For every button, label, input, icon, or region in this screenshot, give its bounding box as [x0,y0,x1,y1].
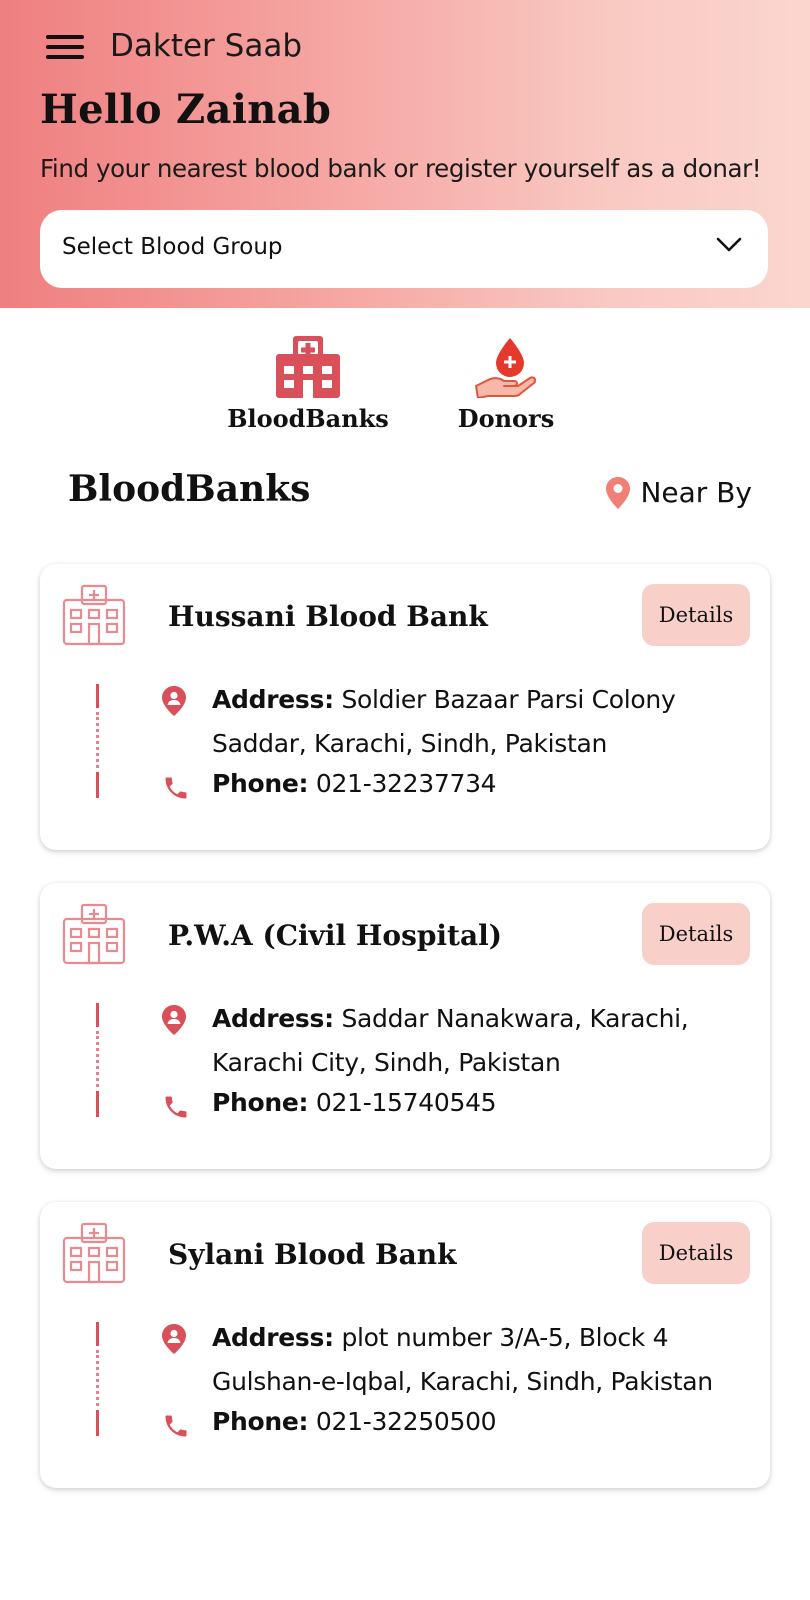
hospital-outline-icon [62,584,126,646]
hamburger-menu-icon[interactable] [44,33,86,61]
phone-label: Phone: [212,1088,309,1117]
bloodbank-address: Address: Soldier Bazaar Parsi Colony Sad… [212,678,732,766]
timeline-divider [96,1322,99,1436]
details-button[interactable]: Details [642,584,750,646]
timeline-divider [96,1003,99,1117]
timeline-divider [96,684,99,798]
hospital-outline-icon [62,903,126,965]
blood-donation-icon [475,338,537,398]
phone-icon [165,777,187,799]
greeting-heading: Hello Zainab [40,86,332,133]
phone-value: 021-32250500 [315,1407,497,1436]
details-button[interactable]: Details [642,1222,750,1284]
location-person-icon [162,686,186,716]
address-label: Address: [212,1323,334,1352]
subtitle-text: Find your nearest blood bank or register… [40,154,762,183]
phone-label: Phone: [212,769,309,798]
address-label: Address: [212,1004,334,1033]
bloodbank-name: P.W.A (Civil Hospital) [168,919,503,952]
phone-icon [165,1415,187,1437]
blood-group-select-label: Select Blood Group [62,234,283,260]
category-donors[interactable]: Donors [448,336,564,433]
bloodbank-card: P.W.A (Civil Hospital) Details Address: … [40,883,770,1169]
details-button[interactable]: Details [642,903,750,965]
location-person-icon [162,1005,186,1035]
bloodbank-card: Hussani Blood Bank Details Address: Sold… [40,564,770,850]
phone-label: Phone: [212,1407,309,1436]
location-person-icon [162,1324,186,1354]
bloodbank-phone[interactable]: Phone: 021-32237734 [212,762,497,806]
blood-group-select[interactable]: Select Blood Group [40,210,768,288]
bloodbank-address: Address: Saddar Nanakwara, Karachi, Kara… [212,997,732,1085]
nearby-filter[interactable]: Near By [606,476,752,509]
bloodbank-card: Sylani Blood Bank Details Address: plot … [40,1202,770,1488]
bloodbank-phone[interactable]: Phone: 021-32250500 [212,1400,497,1444]
bloodbank-phone[interactable]: Phone: 021-15740545 [212,1081,497,1125]
hospital-outline-icon [62,1222,126,1284]
category-bloodbanks[interactable]: BloodBanks [220,336,396,433]
section-title: BloodBanks [68,468,311,510]
nearby-label: Near By [640,476,752,509]
app-header: Dakter Saab Hello Zainab Find your neare… [0,0,810,308]
bloodbank-name: Sylani Blood Bank [168,1238,457,1271]
chevron-down-icon [716,237,742,252]
category-bloodbanks-label: BloodBanks [227,404,389,433]
app-title: Dakter Saab [110,28,302,64]
category-donors-label: Donors [457,404,555,433]
location-pin-icon [606,476,631,509]
hospital-icon [276,336,340,398]
bloodbank-name: Hussani Blood Bank [168,600,488,633]
phone-value: 021-32237734 [315,769,497,798]
phone-value: 021-15740545 [315,1088,497,1117]
address-label: Address: [212,685,334,714]
bloodbank-address: Address: plot number 3/A-5, Block 4 Guls… [212,1316,732,1404]
phone-icon [165,1096,187,1118]
